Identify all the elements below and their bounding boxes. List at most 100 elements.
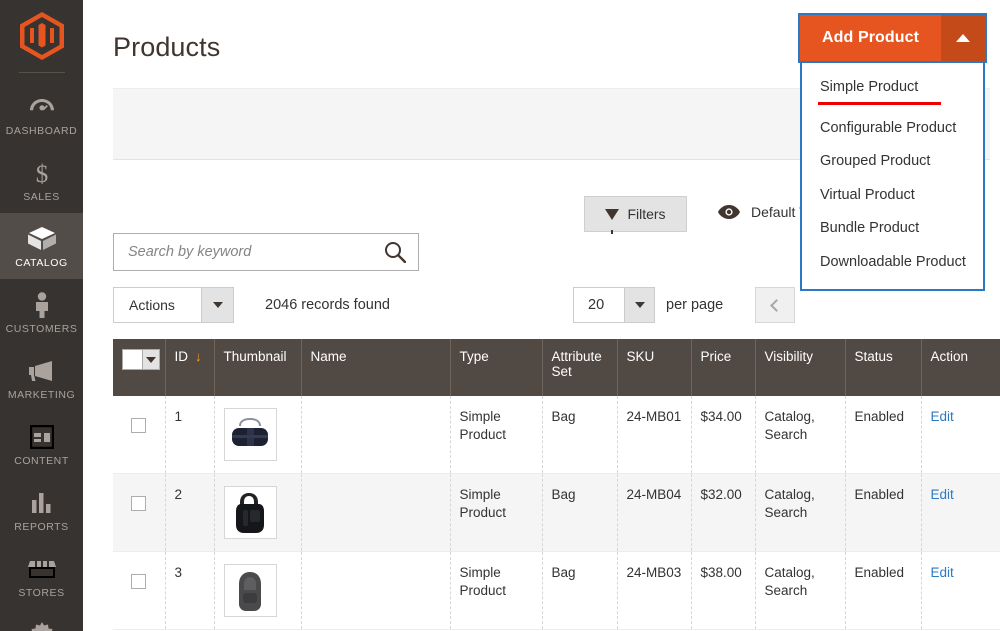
backpack-thumbnail bbox=[224, 564, 277, 617]
cell-action[interactable]: Edit bbox=[921, 474, 1000, 552]
chevron-down-icon bbox=[213, 302, 223, 308]
sidebar-item-marketing[interactable]: MARKETING bbox=[0, 345, 83, 411]
column-header-sku[interactable]: SKU bbox=[617, 339, 691, 396]
magento-logo[interactable] bbox=[0, 0, 83, 72]
actions-dropdown[interactable]: Actions bbox=[113, 287, 234, 323]
column-header-id[interactable]: ID↓ bbox=[165, 339, 214, 396]
column-header-price[interactable]: Price bbox=[691, 339, 755, 396]
column-header-attribute-set[interactable]: Attribute Set bbox=[542, 339, 617, 396]
cell-id: 1 bbox=[165, 396, 214, 474]
cell-thumbnail bbox=[214, 396, 301, 474]
cell-thumbnail bbox=[214, 474, 301, 552]
sidebar-item-catalog[interactable]: CATALOG bbox=[0, 213, 83, 279]
search-by-keyword-box[interactable] bbox=[113, 233, 419, 271]
edit-link[interactable]: Edit bbox=[931, 409, 954, 424]
table-row[interactable]: 3 Simple Product Bag 24-MB03 $38.00 Cata… bbox=[113, 552, 1000, 630]
cell-visibility: Catalog, Search bbox=[755, 396, 845, 474]
sidebar-item-label: REPORTS bbox=[2, 521, 81, 533]
table-row[interactable]: 1 Simple Product Bag 24-MB01 $34.00 Cata… bbox=[113, 396, 1000, 474]
gear-icon bbox=[2, 620, 81, 631]
dollar-icon: $ bbox=[2, 158, 81, 188]
add-product-split-button[interactable]: Add Product bbox=[800, 15, 985, 61]
search-icon[interactable] bbox=[384, 241, 406, 263]
svg-text:$: $ bbox=[35, 161, 48, 186]
add-product-type-menu: Simple Product Configurable Product Grou… bbox=[800, 61, 985, 291]
person-icon bbox=[2, 290, 81, 320]
cell-status: Enabled bbox=[845, 474, 921, 552]
per-page-label: per page bbox=[666, 297, 723, 313]
row-select-cell[interactable] bbox=[113, 474, 165, 552]
column-header-action[interactable]: Action bbox=[921, 339, 1000, 396]
sidebar-item-dashboard[interactable]: DASHBOARD bbox=[0, 81, 83, 147]
select-all-toggle[interactable] bbox=[142, 350, 159, 369]
magento-admin-products-page: DASHBOARD $ SALES CATALOG CUSTOMERS MARK… bbox=[0, 0, 1000, 631]
per-page-toggle[interactable] bbox=[624, 288, 654, 322]
megaphone-icon bbox=[2, 356, 81, 386]
eye-icon bbox=[718, 205, 740, 219]
sidebar-item-label: CUSTOMERS bbox=[2, 323, 81, 335]
cell-id: 2 bbox=[165, 474, 214, 552]
add-product-button[interactable]: Add Product bbox=[800, 15, 941, 61]
row-select-cell[interactable] bbox=[113, 552, 165, 630]
magento-logo-icon bbox=[20, 12, 64, 60]
sidebar-item-sales[interactable]: $ SALES bbox=[0, 147, 83, 213]
per-page-value: 20 bbox=[574, 288, 624, 322]
cell-attribute-set: Bag bbox=[542, 552, 617, 630]
menu-item-grouped-product[interactable]: Grouped Product bbox=[802, 145, 983, 179]
column-header-status[interactable]: Status bbox=[845, 339, 921, 396]
main-content: Products Add Product Simple Product Conf… bbox=[83, 0, 1000, 631]
sidebar-item-customers[interactable]: CUSTOMERS bbox=[0, 279, 83, 345]
menu-item-label: Simple Product bbox=[820, 79, 918, 95]
menu-item-configurable-product[interactable]: Configurable Product bbox=[802, 112, 983, 146]
gauge-icon bbox=[2, 92, 81, 122]
sidebar-item-label: STORES bbox=[2, 587, 81, 599]
view-bookmarks-control[interactable]: Default V bbox=[718, 204, 809, 220]
cell-attribute-set: Bag bbox=[542, 396, 617, 474]
column-header-type[interactable]: Type bbox=[450, 339, 542, 396]
search-input[interactable] bbox=[126, 243, 384, 261]
menu-item-simple-product[interactable]: Simple Product bbox=[802, 71, 983, 112]
row-checkbox[interactable] bbox=[131, 418, 146, 433]
select-all-dropdown[interactable] bbox=[122, 349, 160, 370]
row-checkbox[interactable] bbox=[131, 574, 146, 589]
sidebar-item-stores[interactable]: STORES bbox=[0, 543, 83, 609]
menu-item-bundle-product[interactable]: Bundle Product bbox=[802, 212, 983, 246]
grid-header-row: ID↓ Thumbnail Name Type Attribute Set SK… bbox=[113, 339, 1000, 396]
edit-link[interactable]: Edit bbox=[931, 487, 954, 502]
sling-bag-thumbnail bbox=[224, 486, 277, 539]
column-header-thumbnail[interactable]: Thumbnail bbox=[214, 339, 301, 396]
filters-button[interactable]: Filters bbox=[584, 196, 687, 232]
records-found-text: 2046 records found bbox=[265, 297, 390, 313]
column-header-name[interactable]: Name bbox=[301, 339, 450, 396]
actions-dropdown-toggle[interactable] bbox=[201, 288, 233, 322]
cell-thumbnail bbox=[214, 552, 301, 630]
sidebar-item-label: SALES bbox=[2, 191, 81, 203]
cell-visibility: Catalog, Search bbox=[755, 552, 845, 630]
chevron-down-icon bbox=[635, 302, 645, 308]
sidebar-item-system[interactable]: SYSTEM bbox=[0, 609, 83, 631]
menu-item-virtual-product[interactable]: Virtual Product bbox=[802, 179, 983, 213]
per-page-select[interactable]: 20 bbox=[573, 287, 655, 323]
cell-price: $32.00 bbox=[691, 474, 755, 552]
sidebar-item-label: DASHBOARD bbox=[2, 125, 81, 137]
sidebar-item-content[interactable]: CONTENT bbox=[0, 411, 83, 477]
select-all-checkbox[interactable] bbox=[123, 350, 142, 369]
menu-item-downloadable-product[interactable]: Downloadable Product bbox=[802, 246, 983, 280]
edit-link[interactable]: Edit bbox=[931, 565, 954, 580]
sidebar-item-label: MARKETING bbox=[2, 389, 81, 401]
bar-chart-icon bbox=[2, 488, 81, 518]
cell-action[interactable]: Edit bbox=[921, 396, 1000, 474]
column-header-select[interactable] bbox=[113, 339, 165, 396]
row-checkbox[interactable] bbox=[131, 496, 146, 511]
cell-sku: 24-MB01 bbox=[617, 396, 691, 474]
row-select-cell[interactable] bbox=[113, 396, 165, 474]
sidebar-item-reports[interactable]: REPORTS bbox=[0, 477, 83, 543]
chevron-down-icon bbox=[146, 357, 156, 363]
cell-action[interactable]: Edit bbox=[921, 552, 1000, 630]
table-row[interactable]: 2 Simple Product Bag 24-MB04 $32.00 Cata… bbox=[113, 474, 1000, 552]
cell-name bbox=[301, 396, 450, 474]
previous-page-button[interactable] bbox=[755, 287, 795, 323]
cell-type: Simple Product bbox=[450, 396, 542, 474]
column-header-visibility[interactable]: Visibility bbox=[755, 339, 845, 396]
add-product-dropdown-toggle[interactable] bbox=[941, 15, 985, 61]
